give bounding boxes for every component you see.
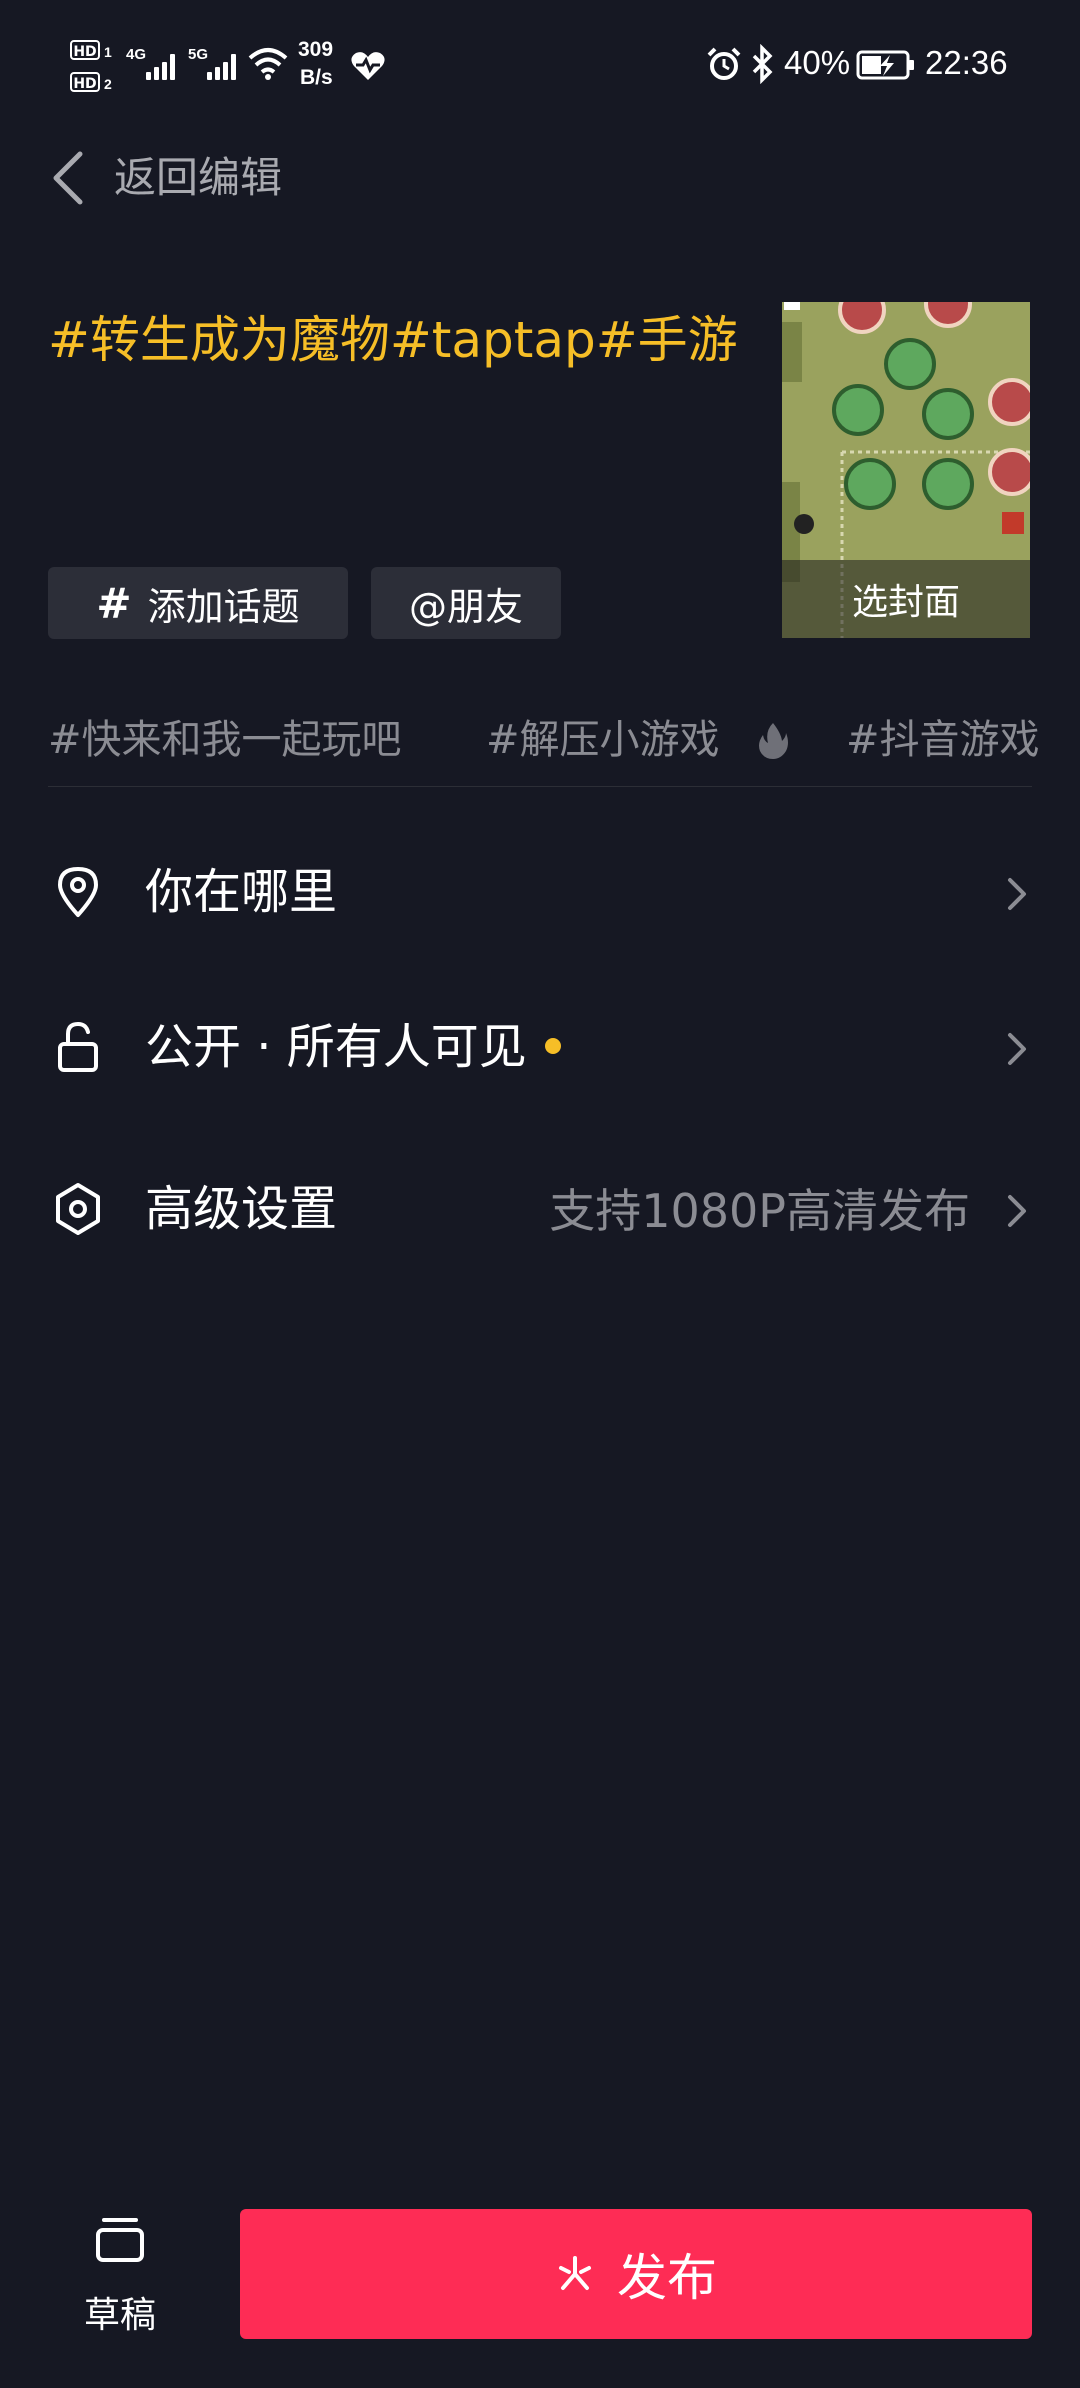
- add-topic-button[interactable]: # 添加话题: [48, 567, 348, 639]
- cover-thumbnail[interactable]: 选封面: [782, 302, 1030, 638]
- new-indicator-dot: [544, 1038, 561, 1054]
- location-row[interactable]: 你在哪里: [0, 832, 1080, 952]
- privacy-row[interactable]: 公开 · 所有人可见: [0, 987, 1080, 1107]
- unlock-icon: [58, 1021, 98, 1072]
- speed-unit: B/s: [300, 66, 333, 89]
- divider: [48, 786, 1032, 787]
- sim1-index: 1: [104, 44, 112, 60]
- advanced-settings-row[interactable]: 高级设置 支持1080P高清发布: [0, 1149, 1080, 1269]
- net1-label: 4G: [126, 46, 147, 63]
- caption-text[interactable]: #转生成为魔物#taptap#手游: [48, 305, 748, 375]
- hd-badge-sim2: HD: [70, 72, 100, 92]
- sparkle-icon: [559, 2256, 591, 2290]
- sim2-index: 2: [104, 76, 112, 92]
- select-cover-label: 选封面: [851, 582, 960, 623]
- chevron-right-icon: [1008, 1195, 1026, 1227]
- clock: 22:36: [925, 44, 1008, 81]
- suggested-tag[interactable]: #解压小游戏: [486, 705, 720, 775]
- add-topic-label: 添加话题: [147, 584, 300, 629]
- mention-friend-button[interactable]: @朋友: [371, 567, 561, 639]
- drafts-button[interactable]: 草稿: [60, 2210, 180, 2340]
- chevron-right-icon: [1008, 1033, 1026, 1065]
- drafts-label: 草稿: [83, 2295, 156, 2336]
- signal-icon-2: [207, 54, 243, 80]
- suggested-tag[interactable]: #抖音游戏: [846, 705, 1040, 775]
- alarm-icon: [707, 47, 741, 80]
- publish-button[interactable]: 发布: [240, 2209, 1032, 2339]
- settings-hexagon-icon: [56, 1183, 100, 1235]
- chevron-right-icon: [1008, 878, 1026, 910]
- select-cover-button[interactable]: 选封面: [782, 560, 1030, 638]
- battery-percent: 40%: [784, 44, 851, 81]
- suggested-tag[interactable]: #快来和我一起玩吧: [48, 705, 402, 775]
- privacy-label: 公开 · 所有人可见: [145, 1015, 561, 1079]
- suggested-tags: #快来和我一起玩吧 #解压小游戏 #抖音游戏: [48, 705, 1080, 775]
- net2-label: 5G: [188, 46, 209, 63]
- back-arrow-icon[interactable]: [48, 148, 88, 208]
- publish-label: 发布: [617, 2249, 717, 2307]
- status-bar: HD 1 HD 2 4G 5G 309 B/s 40% 22:36: [0, 0, 1080, 130]
- advanced-settings-value: 支持1080P高清发布: [549, 1184, 970, 1238]
- signal-icon-1: [146, 54, 182, 80]
- mention-friend-label: @朋友: [408, 584, 523, 629]
- speed-value: 309: [298, 38, 334, 61]
- advanced-settings-label: 高级设置: [145, 1181, 338, 1237]
- hd-badge-sim1: HD: [70, 40, 100, 60]
- publish-page: HD 1 HD 2 4G 5G 309 B/s 40% 22:36 返回编辑 #…: [0, 0, 1080, 2388]
- privacy-text: 公开 · 所有人可见: [145, 1019, 527, 1075]
- drafts-box-icon: [96, 2218, 144, 2262]
- battery-icon: [856, 50, 914, 80]
- wifi-icon: [248, 48, 288, 80]
- hot-flame-icon: [759, 723, 788, 759]
- health-heart-icon: [351, 52, 385, 80]
- back-to-edit-button[interactable]: 返回编辑: [114, 150, 282, 206]
- location-pin-icon: [58, 867, 98, 917]
- hashtag-icon: #: [96, 578, 132, 628]
- location-label: 你在哪里: [145, 864, 338, 920]
- bluetooth-icon: [752, 44, 773, 84]
